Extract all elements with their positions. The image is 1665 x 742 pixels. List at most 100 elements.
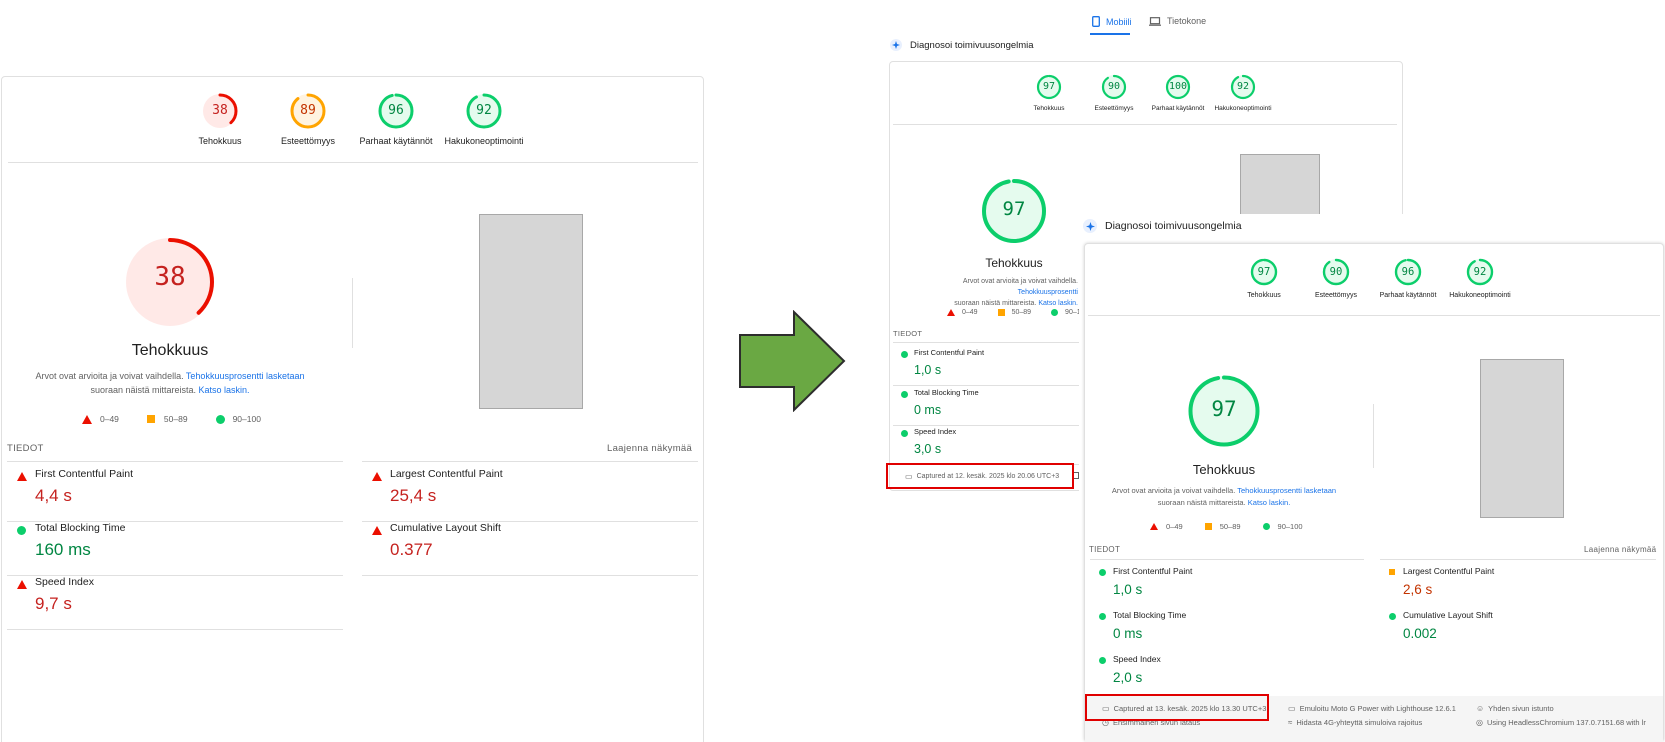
category-label: Hakukoneoptimointi — [1449, 292, 1511, 299]
metric-name: First Contentful Paint — [914, 348, 985, 357]
category-label: Esteettömyys — [280, 136, 336, 146]
front-expand-button[interactable]: Laajenna näkymää — [1584, 545, 1656, 554]
back-page-screenshot — [1240, 154, 1320, 215]
tab-mobile-label: Mobiili — [1106, 16, 1132, 27]
category-label: Parhaat käytännöt — [1379, 292, 1437, 299]
category-gauge-1[interactable]: 89 Esteettömyys — [260, 93, 356, 146]
back-captured-highlight — [886, 463, 1074, 489]
diagnose-icon — [890, 39, 902, 51]
metric-name: Total Blocking Time — [1113, 610, 1187, 620]
category-gauge-3[interactable]: 92 Hakukoneoptimointi — [1208, 74, 1278, 112]
metric-name: Total Blocking Time — [35, 522, 126, 534]
category-score: 100 — [1168, 81, 1188, 92]
back-main-title: Tehokkuus — [985, 256, 1043, 270]
front-metrics-divider-top-r — [1380, 559, 1656, 560]
metric-name: Total Blocking Time — [914, 388, 979, 397]
category-label: Hakukoneoptimointi — [444, 136, 524, 146]
back-diagnose-heading: Diagnosoi toimivuusongelmia — [890, 39, 1034, 51]
front-emulated-device: ▭ Emuloitu Moto G Power with Lighthouse … — [1288, 704, 1456, 713]
pass-icon — [1099, 613, 1107, 621]
before-main-title: Tehokkuus — [131, 342, 209, 359]
category-label: Tehokkuus — [198, 136, 242, 146]
score-calc-link[interactable]: Tehokkuusprosentti lasketaan — [186, 371, 305, 381]
metric-row: Total Blocking Time 160 ms — [7, 522, 343, 576]
category-gauge-2[interactable]: 96 Parhaat käytännöt — [348, 93, 444, 146]
before-divider — [8, 162, 698, 163]
category-gauge-3[interactable]: 92 Hakukoneoptimointi — [1440, 258, 1520, 299]
category-score: 97 — [1042, 81, 1056, 92]
tab-desktop[interactable]: Tietokone — [1149, 16, 1206, 26]
person-icon: ☺ — [1476, 704, 1485, 713]
front-captured-highlight — [1085, 694, 1269, 721]
desc-text: Arvot ovat arvioita ja voivat vaihdella. — [35, 371, 184, 381]
category-gauge-1[interactable]: 90 Esteettömyys — [1296, 258, 1376, 299]
average-icon — [1389, 569, 1396, 576]
back-description: Arvot ovat arvioita ja voivat vaihdella.… — [908, 277, 1078, 310]
back-score-calc-link[interactable]: Tehokkuusprosentti — [1018, 289, 1078, 296]
wifi-icon: ≈ — [1288, 718, 1293, 727]
metric-value: 0 ms — [914, 403, 942, 417]
before-expand-button[interactable]: Laajenna näkymää — [607, 443, 692, 454]
average-icon — [997, 309, 1005, 316]
front-browser: ◎ Using HeadlessChromium 137.0.7151.68 w… — [1476, 718, 1646, 727]
back-section-label: TIEDOT — [893, 329, 923, 338]
category-label: Tehokkuus — [1033, 105, 1065, 112]
tab-mobile[interactable]: Mobiili — [1092, 16, 1132, 27]
front-score-calc-link[interactable]: Tehokkuusprosentti lasketaan — [1237, 486, 1336, 495]
category-score: 90 — [1107, 81, 1121, 92]
front-browser-text: Using HeadlessChromium 137.0.7151.68 wit… — [1486, 718, 1646, 727]
before-vertical-divider — [352, 278, 353, 348]
metric-value: 9,7 s — [35, 594, 72, 613]
tab-mobile-underline — [1090, 33, 1130, 35]
metric-value: 3,0 s — [914, 442, 942, 456]
metric-divider — [362, 575, 698, 576]
category-gauge-1[interactable]: 90 Esteettömyys — [1079, 74, 1149, 112]
before-section-label: TIEDOT — [7, 443, 44, 454]
calculator-link[interactable]: Katso laskin. — [199, 385, 250, 395]
category-label: Parhaat käytännöt — [1151, 105, 1205, 112]
metric-row: Largest Contentful Paint 2,6 s — [1380, 566, 1654, 608]
front-main-title: Tehokkuus — [1192, 462, 1256, 477]
category-gauge-2[interactable]: 100 Parhaat käytännöt — [1143, 74, 1213, 112]
metric-row: Speed Index 2,0 s — [1090, 654, 1364, 696]
category-score: 96 — [1401, 266, 1415, 278]
average-icon — [146, 415, 155, 423]
category-label: Esteettömyys — [1094, 105, 1134, 112]
back-divider — [893, 124, 1397, 125]
category-label: Parhaat käytännöt — [359, 136, 433, 146]
category-gauge-0[interactable]: 97 Tehokkuus — [1224, 258, 1304, 299]
back-calculator-link[interactable]: Katso laskin. — [1038, 300, 1078, 307]
front-legend-fail: 0–49 — [1166, 522, 1183, 531]
browser-icon: ◎ — [1476, 718, 1483, 727]
metric-row: Cumulative Layout Shift 0.377 — [362, 522, 698, 576]
pass-icon — [215, 414, 225, 424]
front-calculator-link[interactable]: Katso laskin. — [1248, 498, 1291, 507]
category-score: 90 — [1329, 266, 1343, 278]
front-diagnose-label: Diagnosoi toimivuusongelmia — [1105, 220, 1242, 232]
arrow-icon — [739, 310, 846, 412]
metric-name: Speed Index — [35, 576, 94, 588]
metric-row: First Contentful Paint 4,4 s — [7, 468, 343, 522]
category-score: 96 — [388, 103, 404, 118]
category-gauge-3[interactable]: 92 Hakukoneoptimointi — [436, 93, 532, 146]
category-gauge-0[interactable]: 38 Tehokkuus — [172, 93, 268, 146]
front-main-score: 97 — [1211, 397, 1237, 421]
front-session-text: Yhden sivun istunto — [1488, 704, 1554, 713]
metric-row: Speed Index 9,7 s — [7, 576, 343, 630]
category-gauge-2[interactable]: 96 Parhaat käytännöt — [1368, 258, 1448, 299]
category-score: 97 — [1257, 266, 1271, 278]
front-desc-text-2: suoraan näistä mittareista. — [1157, 497, 1246, 507]
category-label: Hakukoneoptimointi — [1214, 105, 1272, 112]
category-gauge-0[interactable]: 97 Tehokkuus — [1014, 74, 1084, 112]
before-page-screenshot — [479, 214, 583, 409]
metric-row: Total Blocking Time 0 ms — [1090, 610, 1364, 652]
before-report-card — [1, 76, 704, 742]
front-main-gauge: 97 — [1187, 374, 1261, 448]
before-main-gauge: 38 — [124, 236, 216, 328]
pass-icon — [901, 430, 909, 438]
legend-average: 50–89 — [163, 414, 188, 424]
before-metrics-divider-top-r — [362, 461, 698, 462]
back-desc-text-2: suoraan näistä mittareista. — [954, 299, 1037, 307]
front-diagnose-heading: Diagnosoi toimivuusongelmia — [1083, 219, 1242, 233]
fail-icon — [947, 309, 955, 316]
